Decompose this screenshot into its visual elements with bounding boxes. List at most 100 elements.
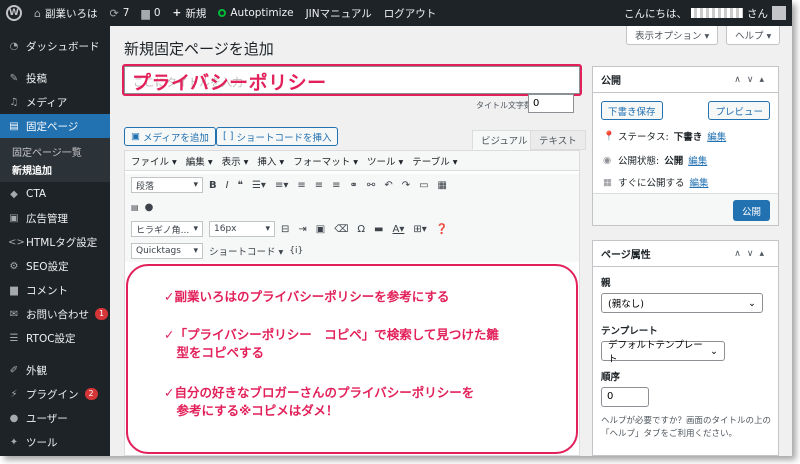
edit-status-link[interactable]: 編集 xyxy=(707,129,726,143)
sidebar-item-plugins[interactable]: ⚡ プラグイン 2 xyxy=(0,382,110,406)
add-media-button[interactable]: ▣ メディアを追加 xyxy=(124,127,216,146)
more-tag-icon[interactable]: ▭ xyxy=(419,180,428,191)
comments-link[interactable]: ▆ 0 xyxy=(135,0,166,26)
brush-icon: ✐ xyxy=(9,364,19,376)
sidebar-item-posts[interactable]: ✎ 投稿 xyxy=(0,66,110,90)
align-right-icon[interactable]: ≡ xyxy=(332,180,340,191)
publish-button[interactable]: 公開 xyxy=(732,200,770,221)
edit-visibility-link[interactable]: 編集 xyxy=(688,153,707,167)
sidebar-item-seo[interactable]: ⚙ SEO設定 xyxy=(0,254,110,278)
align-left-icon[interactable]: ≡ xyxy=(297,180,305,191)
sidebar-item-pages[interactable]: ▤ 固定ページ xyxy=(0,114,110,138)
menu-tools[interactable]: ツール ▾ xyxy=(367,154,403,168)
main-content: 新規固定ページを追加 表示オプション ▾ ヘルプ ▾ ここにタイトルを入力 プラ… xyxy=(110,26,792,456)
font-family-select[interactable]: ヒラギノ角... ▾ xyxy=(131,221,203,237)
status-dot-icon xyxy=(218,9,227,17)
note-line-3b: 参考にする※コピメはダメ！ xyxy=(164,403,339,418)
sidebar-item-media[interactable]: ♫ メディア xyxy=(0,90,110,114)
eraser-icon[interactable]: ⌫ xyxy=(334,224,348,235)
tab-visual[interactable]: ビジュアル xyxy=(472,130,537,150)
char-count-field: 0 xyxy=(528,94,574,113)
horizontal-rule-icon[interactable]: ⊟ xyxy=(281,224,289,235)
new-content-link[interactable]: + 新規 xyxy=(167,0,213,26)
shortcode-brackets-icon[interactable]: {i} xyxy=(289,246,303,256)
sidebar-item-tools[interactable]: ✦ ツール xyxy=(0,430,110,454)
sidebar-label: RTOC設定 xyxy=(26,332,76,345)
order-input[interactable]: 0 xyxy=(601,387,649,407)
bullet-list-icon[interactable]: ☰▾ xyxy=(252,180,266,191)
char-count-label: タイトル文字数: xyxy=(476,101,535,110)
sidebar-item-ads[interactable]: ▣ 広告管理 xyxy=(0,206,110,230)
sidebar-item-rtoc[interactable]: ☰ RTOC設定 xyxy=(0,326,110,350)
screenshot-frame: W ⌂ 副業いろは ⟳ 7 ▆ 0 + 新規 Autoptimize JINマニュアル … xyxy=(0,0,792,456)
menu-table[interactable]: テーブル ▾ xyxy=(412,154,457,168)
font-size-value: 16px xyxy=(214,224,237,234)
edit-schedule-link[interactable]: 編集 xyxy=(690,175,709,189)
sidebar-item-appearance[interactable]: ✐ 外観 xyxy=(0,358,110,382)
greeting-text: こんにちは、 xyxy=(624,7,687,20)
numbered-list-icon[interactable]: ≡▾ xyxy=(275,180,288,191)
template-select[interactable]: デフォルトテンプレート ⌄ xyxy=(601,340,725,365)
paragraph-select[interactable]: 段落 ▾ xyxy=(131,177,203,193)
sidebar-item-comments[interactable]: ▆ コメント xyxy=(0,278,110,302)
shortcode-dropdown[interactable]: ショートコード ▾ xyxy=(209,244,283,258)
font-size-select[interactable]: 16px ▾ xyxy=(209,221,275,237)
jin-manual-link[interactable]: JINマニュアル xyxy=(300,0,378,26)
preview-button[interactable]: プレビュー xyxy=(708,101,770,120)
paste-icon[interactable]: ▣ xyxy=(316,224,325,235)
site-name-link[interactable]: ⌂ 副業いろは xyxy=(28,0,103,26)
text-color-icon[interactable]: A▾ xyxy=(392,224,404,235)
italic-icon[interactable]: I xyxy=(226,180,229,191)
submenu-item-add-new[interactable]: 新規追加 xyxy=(0,160,110,178)
link-icon[interactable]: ⚭ xyxy=(350,180,358,191)
new-label: 新規 xyxy=(185,7,207,20)
indent-icon[interactable]: ⇥ xyxy=(298,224,306,235)
blockquote-icon[interactable]: ❝ xyxy=(238,180,243,191)
menu-insert[interactable]: 挿入 ▾ xyxy=(257,154,284,168)
menu-edit[interactable]: 編集 ▾ xyxy=(186,154,213,168)
help-icon[interactable]: ❓ xyxy=(436,224,448,235)
unlink-icon[interactable]: ⚯ xyxy=(367,180,375,191)
table-icon[interactable]: ⊞▾ xyxy=(413,224,426,235)
quicktags-select[interactable]: Quicktags ▾ xyxy=(131,243,203,259)
omega-icon[interactable]: Ω xyxy=(357,224,365,235)
screen-options-button[interactable]: 表示オプション ▾ xyxy=(626,26,719,45)
parent-value: (親なし) xyxy=(608,299,644,310)
insert-shortcode-button[interactable]: [ ] ショートコードを挿入 xyxy=(216,127,339,146)
logout-link[interactable]: ログアウト xyxy=(378,0,443,26)
sidebar-item-html-tags[interactable]: <> HTMLタグ設定 xyxy=(0,230,110,254)
undo-icon[interactable]: ↶ xyxy=(384,180,392,191)
chat-icon[interactable]: ● xyxy=(145,202,154,213)
tab-text[interactable]: テキスト xyxy=(530,130,586,150)
menu-format[interactable]: フォーマット ▾ xyxy=(293,154,358,168)
sidebar-item-dashboard[interactable]: ◔ ダッシュボード xyxy=(0,34,110,58)
sidebar-item-cta[interactable]: ◆ CTA xyxy=(0,182,110,206)
code-block-icon[interactable]: ▬ xyxy=(374,224,383,235)
submenu-item-pages-list[interactable]: 固定ページ一覧 xyxy=(0,142,110,160)
chevron-down-icon: ⌄ xyxy=(748,297,756,309)
box-controls[interactable]: ∧∨▴ xyxy=(734,75,770,85)
save-draft-button[interactable]: 下書き保存 xyxy=(601,101,663,120)
bold-icon[interactable]: B xyxy=(209,180,217,191)
sidebar-label: 広告管理 xyxy=(26,212,68,225)
updates-link[interactable]: ⟳ 7 xyxy=(103,0,135,26)
blog-card-icon[interactable]: ▤ xyxy=(131,203,139,212)
redo-icon[interactable]: ↷ xyxy=(402,180,410,191)
sidebar-item-contact[interactable]: ✉ お問い合わせ 1 xyxy=(0,302,110,326)
toolbar-toggle-icon[interactable]: ▦ xyxy=(438,180,447,191)
autoptimize-link[interactable]: Autoptimize xyxy=(212,0,299,26)
menu-file[interactable]: ファイル ▾ xyxy=(131,154,177,168)
sidebar-item-settings[interactable]: ▦設定 xyxy=(0,454,110,456)
box-controls[interactable]: ∧∨▴ xyxy=(734,249,770,259)
sidebar-item-users[interactable]: ● ユーザー xyxy=(0,406,110,430)
menu-view[interactable]: 表示 ▾ xyxy=(222,154,249,168)
align-center-icon[interactable]: ≡ xyxy=(315,180,323,191)
plus-icon: + xyxy=(172,7,182,19)
parent-select[interactable]: (親なし) ⌄ xyxy=(601,293,763,313)
home-icon: ⌂ xyxy=(34,6,41,20)
jin-manual-label: JINマニュアル xyxy=(305,7,372,20)
account-menu[interactable]: こんにちは、 さん xyxy=(624,0,786,26)
help-button[interactable]: ヘルプ ▾ xyxy=(726,26,781,45)
wp-logo-button[interactable]: W xyxy=(0,0,28,26)
sidebar-label: メディア xyxy=(26,96,68,109)
